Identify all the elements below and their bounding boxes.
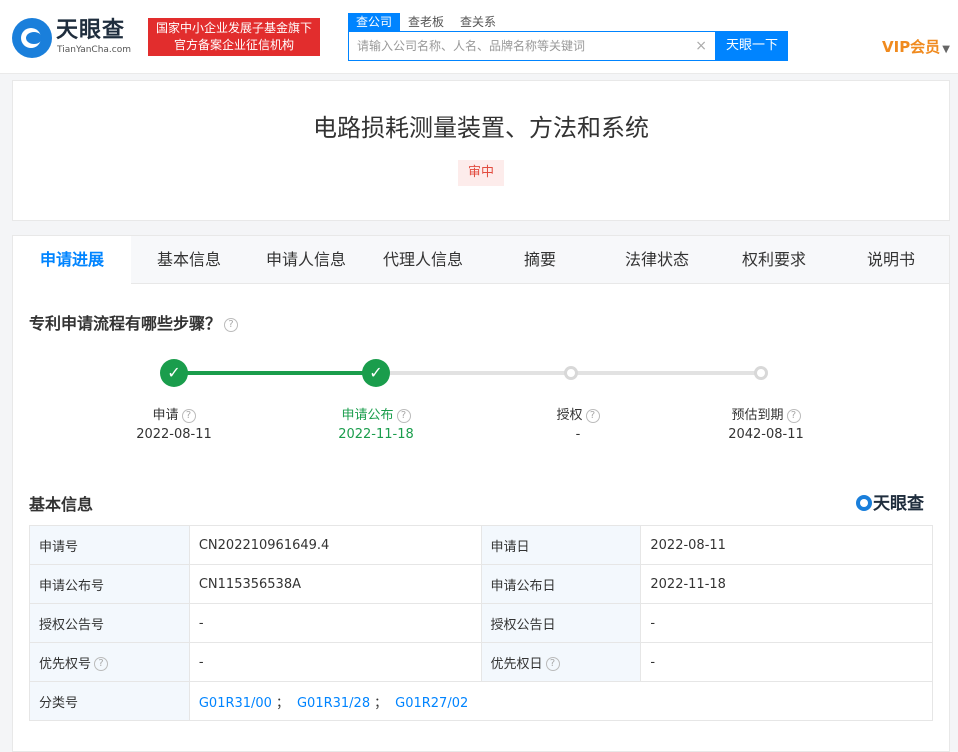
brand-name: 天眼查 [873, 494, 924, 514]
tab-legal-status[interactable]: 法律状态 [599, 236, 715, 284]
cell-label: 申请号 [29, 525, 190, 565]
tab-progress[interactable]: 申请进展 [13, 236, 131, 285]
search-input[interactable] [349, 32, 689, 60]
cell-label: 授权公告号 [29, 603, 190, 643]
help-icon[interactable]: ? [585, 408, 600, 423]
pending-step-icon [564, 366, 578, 380]
table-row: 分类号 G01R31/00； G01R31/28； G01R27/02 [29, 681, 934, 721]
tab-claims[interactable]: 权利要求 [715, 236, 833, 284]
logo-domain: TianYanCha.com [57, 45, 132, 55]
progress-section-title: 专利申请流程有哪些步骤？? [29, 310, 239, 334]
cell-value: CN202210961649.4 [188, 525, 482, 565]
cell-value: CN115356538A [188, 564, 482, 604]
brand-watermark: 天眼查 [856, 489, 924, 514]
top-header: 天眼查 TianYanCha.com 国家中小企业发展子基金旗下 官方备案企业征… [0, 0, 958, 74]
search-box: × [348, 31, 716, 61]
chevron-down-icon: ▼ [942, 44, 950, 55]
gov-badge: 国家中小企业发展子基金旗下 官方备案企业征信机构 [148, 18, 320, 56]
help-icon[interactable]: ? [545, 657, 560, 671]
cell-label: 优先权号? [29, 642, 190, 682]
table-row: 申请号 CN202210961649.4 申请日 2022-08-11 [29, 525, 933, 565]
help-icon[interactable]: ? [786, 408, 801, 423]
table-row: 授权公告号 - 授权公告日 - [29, 603, 933, 643]
cell-value: 2022-08-11 [640, 525, 933, 565]
label-text: 优先权号 [39, 656, 92, 672]
tab-basic-info[interactable]: 基本信息 [131, 236, 247, 284]
step-label-text: 申请公布 [341, 408, 394, 423]
step-date-apply: 2022-08-11 [136, 427, 212, 442]
label-text: 优先权日 [490, 656, 543, 672]
table-row: 优先权号? - 优先权日? - [29, 642, 933, 682]
gov-badge-line1: 国家中小企业发展子基金旗下 [155, 21, 312, 35]
step-date-grant: - [575, 427, 581, 442]
cell-label: 分类号 [29, 681, 190, 721]
check-icon: ✓ [362, 359, 390, 387]
tab-bar: 申请进展 基本信息 申请人信息 代理人信息 摘要 法律状态 权利要求 说明书 [13, 236, 949, 285]
cell-label: 申请公布号 [29, 564, 190, 604]
vip-member-link[interactable]: VIP会员 ▼ [882, 36, 950, 57]
step-date-publish: 2022-11-18 [338, 427, 414, 442]
check-icon: ✓ [160, 359, 188, 387]
cell-label: 授权公告日 [480, 603, 642, 643]
separator: ； [275, 695, 289, 711]
classification-link[interactable]: G01R27/02 [395, 696, 468, 711]
gov-badge-line2: 官方备案企业征信机构 [173, 38, 294, 52]
help-icon[interactable]: ? [181, 408, 196, 423]
help-icon[interactable]: ? [94, 657, 109, 671]
tab-abstract[interactable]: 摘要 [481, 236, 599, 284]
basic-info-table: 申请号 CN202210961649.4 申请日 2022-08-11 申请公布… [29, 525, 934, 721]
clear-icon[interactable]: × [695, 38, 707, 54]
classification-link[interactable]: G01R31/28 [297, 696, 370, 711]
classification-link[interactable]: G01R31/00 [199, 696, 272, 711]
tab-applicant[interactable]: 申请人信息 [247, 236, 365, 284]
timeline-line-done [174, 371, 376, 375]
step-label-text: 申请 [152, 408, 179, 423]
logo-mark-icon [856, 495, 872, 511]
search-tabs: 查公司 查老板 查关系 [348, 13, 504, 31]
step-date-expiry: 2042-08-11 [728, 427, 804, 442]
step-label-grant: 授权? [508, 404, 648, 423]
search-tab-company[interactable]: 查公司 [348, 13, 401, 31]
tab-description[interactable]: 说明书 [833, 236, 949, 284]
help-icon[interactable]: ? [396, 408, 411, 423]
cell-value: 2022-11-18 [640, 564, 933, 604]
progress-title-text: 专利申请流程有哪些步骤？ [29, 314, 222, 333]
help-icon[interactable]: ? [224, 317, 239, 332]
logo-name: 天眼查 [56, 18, 126, 43]
search-tab-boss[interactable]: 查老板 [400, 13, 452, 31]
table-row: 申请公布号 CN115356538A 申请公布日 2022-11-18 [29, 564, 933, 604]
step-label-text: 授权 [556, 408, 583, 423]
step-label-expiry: 预估到期? [696, 404, 836, 423]
cell-value: - [188, 642, 482, 682]
cell-value: - [640, 642, 933, 682]
classification-cell: G01R31/00； G01R31/28； G01R27/02 [188, 681, 934, 721]
step-label-publish: 申请公布? [306, 404, 446, 423]
step-label-text: 预估到期 [731, 408, 784, 423]
status-badge: 审中 [458, 160, 504, 186]
cell-label: 申请日 [480, 525, 642, 565]
page-title: 电路损耗测量装置、方法和系统 [313, 114, 649, 142]
basic-info-title: 基本信息 [29, 495, 94, 514]
tab-agent[interactable]: 代理人信息 [365, 236, 481, 284]
logo-mark-icon [12, 18, 52, 58]
cell-value: - [640, 603, 933, 643]
cell-label: 优先权日? [480, 642, 642, 682]
vip-label: VIP会员 [882, 38, 941, 56]
search-button[interactable]: 天眼一下 [716, 31, 788, 61]
cell-value: - [188, 603, 482, 643]
pending-step-icon [754, 366, 768, 380]
patent-title-card: 电路损耗测量装置、方法和系统 [12, 80, 950, 221]
cell-label: 申请公布日 [480, 564, 642, 604]
tianyancha-logo[interactable]: 天眼查 TianYanCha.com [12, 18, 140, 58]
separator: ； [374, 695, 388, 711]
search-tab-relation[interactable]: 查关系 [452, 13, 504, 31]
step-label-apply: 申请? [104, 404, 244, 423]
